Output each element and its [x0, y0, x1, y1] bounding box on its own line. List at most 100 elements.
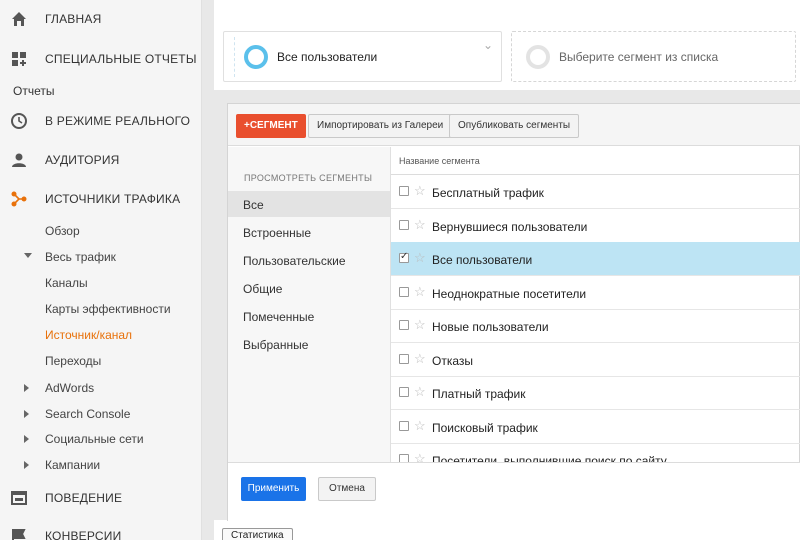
row-checkbox[interactable] — [399, 454, 409, 462]
nav-sub-social-label: Социальные сети — [45, 432, 144, 446]
row-checkbox[interactable] — [399, 320, 409, 330]
filter-custom[interactable]: Пользовательские — [228, 247, 390, 273]
nav-acquisition[interactable]: Источники трафика — [0, 183, 202, 215]
behavior-icon — [11, 491, 27, 505]
segment-name: Платный трафик — [432, 387, 526, 401]
star-icon[interactable]: ☆ — [414, 384, 426, 400]
table-row[interactable]: ☆ Неоднократные посетители — [391, 276, 800, 310]
statistics-tab[interactable]: Статистика — [222, 528, 293, 540]
table-row[interactable]: ☆ Новые пользователи — [391, 309, 800, 343]
nav-custom-reports-label: Специальные отчеты — [45, 52, 197, 66]
segment-name: Посетители, выполнившие поиск по сайту — [432, 454, 667, 462]
nav-realtime[interactable]: В режиме реального — [0, 105, 202, 137]
table-row[interactable]: ☆ Поисковый трафик — [391, 410, 800, 444]
filter-label: Помеченные — [243, 310, 315, 324]
segment-ring-icon — [526, 45, 550, 69]
row-checkbox[interactable] — [399, 420, 409, 431]
expand-arrow-icon — [24, 410, 29, 418]
table-row[interactable]: ☆ Вернувшиеся пользователи — [391, 209, 800, 243]
nav-behavior[interactable]: Поведение — [0, 482, 202, 514]
row-checkbox[interactable] — [399, 219, 409, 230]
filter-selected[interactable]: Выбранные — [228, 331, 390, 357]
clock-icon — [11, 113, 27, 129]
nav-sub-social[interactable]: Социальные сети — [0, 428, 202, 450]
table-row[interactable]: ☆ Отказы — [391, 343, 800, 377]
filter-label: Пользовательские — [243, 254, 346, 268]
segment-table: Название сегмента ☆ Бесплатный трафик ☆ Вер… — [391, 147, 800, 462]
publish-segments-button[interactable]: Опубликовать сегменты — [449, 114, 580, 138]
star-icon[interactable]: ☆ — [414, 284, 426, 300]
filter-label: Встроенные — [243, 226, 312, 240]
row-checkbox[interactable] — [399, 286, 409, 297]
expand-arrow-icon — [24, 461, 29, 469]
sidebar-divider — [202, 0, 214, 540]
star-icon[interactable]: ☆ — [414, 351, 426, 367]
segment-toolbar: +СЕГМЕНТ Импортировать из Галереи Опубли… — [228, 104, 800, 146]
new-segment-button[interactable]: +СЕГМЕНТ — [236, 114, 306, 138]
table-row[interactable]: ☆ Бесплатный трафик — [391, 175, 800, 209]
nav-home[interactable]: Главная — [0, 3, 202, 35]
nav-custom-reports[interactable]: Специальные отчеты — [0, 43, 202, 75]
nav-sub-treemaps-label: Карты эффективности — [45, 302, 171, 316]
nav-conversions-label: Конверсии — [45, 529, 122, 540]
table-row[interactable]: ☆ Все пользователи — [391, 242, 800, 276]
segment-name: Поисковый трафик — [432, 420, 538, 435]
nav-sub-treemaps[interactable]: Карты эффективности — [0, 298, 202, 320]
nav-home-label: Главная — [45, 12, 102, 26]
nav-sub-source-medium[interactable]: Источник/канал — [0, 324, 202, 346]
chevron-down-icon[interactable]: ⌄ — [483, 38, 493, 52]
nav-sub-campaigns[interactable]: Кампании — [0, 454, 202, 476]
segment-ring-icon — [244, 45, 268, 69]
row-checkbox[interactable] — [399, 186, 409, 196]
star-icon[interactable]: ☆ — [414, 183, 426, 199]
table-row[interactable]: ☆ Платный трафик — [391, 376, 800, 410]
segment-name: Неоднократные посетители — [432, 286, 587, 301]
segment-footer: Применить Отмена — [228, 462, 800, 522]
home-icon — [12, 12, 26, 26]
nav-sub-adwords[interactable]: AdWords — [0, 377, 202, 399]
star-icon[interactable]: ☆ — [414, 418, 426, 434]
nav-sub-channels-label: Каналы — [45, 276, 88, 290]
nav-audience[interactable]: Аудитория — [0, 144, 202, 176]
filter-label: Выбранные — [243, 338, 309, 352]
star-icon[interactable]: ☆ — [414, 217, 426, 233]
filter-shared[interactable]: Общие — [228, 275, 390, 301]
import-gallery-button[interactable]: Импортировать из Галереи — [308, 114, 453, 138]
segment-name: Новые пользователи — [432, 320, 549, 334]
nav-sub-referrals[interactable]: Переходы — [0, 350, 202, 372]
row-checkbox[interactable] — [399, 251, 409, 263]
row-checkbox[interactable] — [399, 387, 409, 397]
expand-arrow-icon — [24, 435, 29, 443]
segment-name: Отказы — [432, 353, 474, 368]
filter-label: Общие — [243, 282, 283, 296]
filter-builtin[interactable]: Встроенные — [228, 219, 390, 245]
nav-sub-overview[interactable]: Обзор — [0, 220, 202, 242]
nav-sub-all-traffic[interactable]: Весь трафик — [0, 246, 202, 268]
card-divider — [234, 37, 235, 77]
sidebar: Главная Специальные отчеты Отчеты В режи… — [0, 0, 202, 540]
table-row[interactable]: ☆ Посетители, выполнившие поиск по сайту — [391, 443, 800, 462]
filter-all[interactable]: Все — [228, 191, 390, 217]
cancel-button[interactable]: Отмена — [318, 477, 376, 501]
nav-sub-channels[interactable]: Каналы — [0, 272, 202, 294]
nav-sub-all-traffic-label: Весь трафик — [45, 250, 116, 264]
segment-name: Бесплатный трафик — [432, 186, 544, 200]
acquisition-icon — [11, 191, 27, 207]
nav-sub-search-console-label: Search Console — [45, 407, 131, 421]
nav-sub-referrals-label: Переходы — [45, 354, 102, 368]
nav-conversions[interactable]: Конверсии — [0, 520, 202, 540]
star-icon[interactable]: ☆ — [414, 317, 426, 333]
nav-sub-source-medium-label: Источник/канал — [45, 328, 133, 342]
filter-starred[interactable]: Помеченные — [228, 303, 390, 329]
star-icon[interactable]: ☆ — [414, 451, 426, 462]
nav-sub-search-console[interactable]: Search Console — [0, 403, 202, 425]
row-checkbox[interactable] — [399, 353, 409, 364]
segment-filter-list: Просмотреть сегменты Все Встроенные Поль… — [228, 147, 391, 462]
nav-realtime-label: В режиме реального — [45, 114, 191, 128]
star-icon[interactable]: ☆ — [414, 250, 426, 266]
apply-button[interactable]: Применить — [241, 477, 306, 501]
nav-sub-campaigns-label: Кампании — [45, 458, 101, 472]
empty-segment-card[interactable]: Выберите сегмент из списка — [511, 31, 796, 82]
selected-segment-label: Все пользователи — [277, 50, 378, 64]
selected-segment-card[interactable]: Все пользователи ⌄ — [223, 31, 502, 82]
